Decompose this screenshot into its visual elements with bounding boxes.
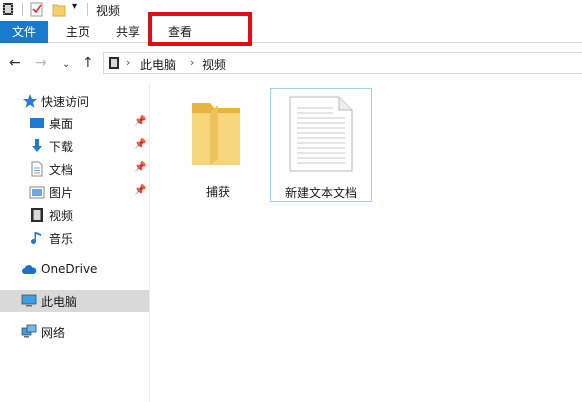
cloud-icon bbox=[22, 265, 37, 274]
file-name: 新建文本文档 bbox=[284, 186, 357, 200]
sidebar-item-network[interactable]: 网络 bbox=[0, 321, 149, 343]
properties-icon[interactable] bbox=[30, 2, 44, 17]
tab-view[interactable]: 查看 bbox=[160, 21, 200, 43]
document-icon bbox=[31, 161, 43, 177]
address-bar[interactable]: › 此电脑 › 视频 bbox=[103, 52, 582, 74]
music-icon bbox=[31, 232, 41, 244]
tab-home[interactable]: 主页 bbox=[58, 21, 98, 43]
sidebar-item-this-pc[interactable]: 此电脑 bbox=[0, 290, 149, 312]
title-bar: ▾ 视频 bbox=[0, 0, 582, 20]
customize-toolbar-icon[interactable]: ▾ bbox=[72, 1, 77, 12]
file-list-pane: 捕获 新建文本文档 bbox=[151, 84, 582, 402]
sidebar-item-label: 文档 bbox=[49, 163, 74, 177]
sidebar-item-desktop[interactable]: 桌面 📌 bbox=[0, 112, 149, 134]
pin-icon[interactable]: 📌 bbox=[134, 185, 146, 196]
pictures-icon bbox=[29, 186, 45, 199]
up-arrow-icon[interactable]: ↑ bbox=[82, 54, 94, 72]
network-icon bbox=[21, 324, 37, 338]
navigation-bar: ← → ⌄ ↑ › 此电脑 › 视频 bbox=[0, 50, 582, 76]
sidebar-item-label: 图片 bbox=[49, 186, 74, 200]
sidebar-item-music[interactable]: 音乐 bbox=[0, 227, 149, 249]
ribbon-tabs: 文件 主页 共享 查看 bbox=[0, 21, 582, 43]
breadcrumb-videos[interactable]: 视频 bbox=[202, 56, 226, 73]
sidebar-item-label: 快速访问 bbox=[41, 95, 90, 109]
pin-icon[interactable]: 📌 bbox=[134, 162, 146, 173]
download-icon bbox=[32, 139, 42, 152]
sidebar-item-label: 下载 bbox=[49, 140, 74, 154]
tab-share[interactable]: 共享 bbox=[108, 21, 148, 43]
navigation-pane: 快速访问 桌面 📌 下载 📌 文档 📌 图片 📌 视频 音乐 OneDrive … bbox=[0, 84, 150, 402]
breadcrumb-this-pc[interactable]: 此电脑 bbox=[140, 56, 176, 73]
sidebar-item-downloads[interactable]: 下载 📌 bbox=[0, 135, 149, 157]
forward-arrow-icon[interactable]: → bbox=[35, 54, 47, 72]
sidebar-item-label: 桌面 bbox=[49, 117, 74, 131]
star-icon bbox=[23, 94, 37, 108]
back-arrow-icon[interactable]: ← bbox=[9, 54, 21, 72]
pin-icon[interactable]: 📌 bbox=[134, 139, 146, 150]
sidebar-item-videos[interactable]: 视频 bbox=[0, 204, 149, 226]
video-folder-icon bbox=[109, 57, 119, 69]
video-icon bbox=[31, 208, 43, 222]
recent-locations-icon[interactable]: ⌄ bbox=[62, 56, 70, 74]
sidebar-item-pictures[interactable]: 图片 📌 bbox=[0, 181, 149, 203]
new-folder-icon[interactable] bbox=[52, 2, 66, 17]
folder-icon bbox=[192, 103, 240, 165]
title-separator bbox=[87, 3, 88, 16]
window-title: 视频 bbox=[96, 4, 121, 18]
breadcrumb-separator-icon[interactable]: › bbox=[190, 56, 194, 69]
file-name: 捕获 bbox=[205, 185, 230, 199]
sidebar-item-label: 网络 bbox=[41, 326, 66, 340]
desktop-icon bbox=[30, 118, 44, 128]
tab-file[interactable]: 文件 bbox=[0, 21, 48, 43]
file-item-text-document[interactable]: 新建文本文档 bbox=[270, 88, 372, 202]
title-separator bbox=[22, 3, 23, 16]
sidebar-item-documents[interactable]: 文档 📌 bbox=[0, 158, 149, 180]
sidebar-item-label: 视频 bbox=[49, 209, 74, 223]
sidebar-item-onedrive[interactable]: OneDrive bbox=[0, 259, 149, 281]
sidebar-item-quick-access[interactable]: 快速访问 bbox=[0, 90, 149, 112]
computer-icon bbox=[21, 294, 37, 307]
pin-icon[interactable]: 📌 bbox=[134, 116, 146, 127]
sidebar-item-label: 此电脑 bbox=[41, 295, 78, 309]
sidebar-item-label: 音乐 bbox=[49, 232, 74, 246]
file-item-folder[interactable]: 捕获 bbox=[167, 88, 269, 202]
video-folder-icon bbox=[3, 3, 13, 15]
breadcrumb-separator-icon[interactable]: › bbox=[126, 56, 130, 69]
sidebar-item-label: OneDrive bbox=[41, 262, 98, 276]
text-document-icon bbox=[289, 96, 353, 172]
